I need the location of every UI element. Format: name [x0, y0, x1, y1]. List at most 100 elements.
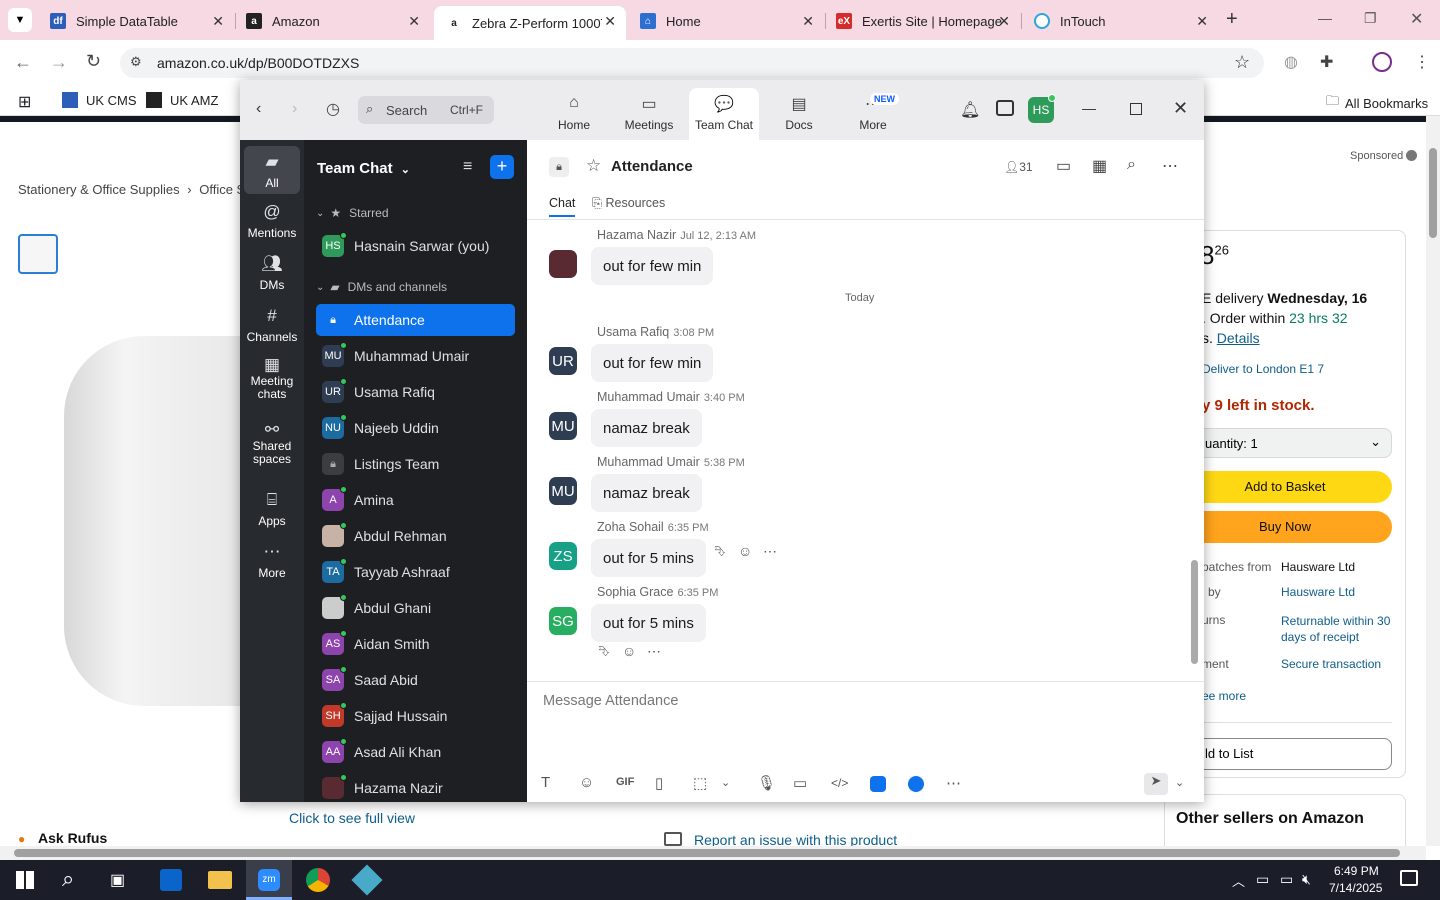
browser-menu-icon[interactable]: ⋮: [1414, 52, 1430, 72]
clock-time[interactable]: 6:49 PM: [1334, 864, 1379, 878]
rail-dms[interactable]: 👥︎ DMs: [244, 254, 300, 292]
minimize-window-icon[interactable]: —: [1318, 10, 1332, 26]
back-icon[interactable]: ‹: [256, 100, 261, 118]
maximize-icon[interactable]: [1130, 103, 1142, 115]
close-window-icon[interactable]: ✕: [1410, 9, 1423, 29]
sidebar-item[interactable]: MU Muhammad Umair: [316, 340, 515, 372]
tab-home[interactable]: ⌂ Home: [539, 88, 609, 140]
sender-name[interactable]: Hazama Nazir: [597, 228, 676, 242]
more-options-icon[interactable]: ⋯: [647, 643, 661, 660]
product-image[interactable]: [64, 336, 264, 706]
restore-window-icon[interactable]: ❐: [1364, 10, 1377, 27]
microphone-icon[interactable]: 🎙︎: [757, 774, 776, 792]
browser-tab[interactable]: df Simple DataTable ✕: [38, 6, 234, 36]
product-thumbnail[interactable]: [18, 234, 58, 274]
avatar[interactable]: [549, 250, 577, 278]
sidebar-item[interactable]: SH Sajjad Hussain: [316, 700, 515, 732]
tab-team-chat[interactable]: 💬 Team Chat: [689, 88, 759, 140]
bell-icon[interactable]: 🔔︎: [960, 100, 980, 120]
tab-meetings[interactable]: ▭ Meetings: [614, 88, 684, 140]
sidebar-item[interactable]: HS Hasnain Sarwar (you): [316, 230, 515, 262]
close-icon[interactable]: ✕: [604, 13, 616, 30]
outlook-icon[interactable]: [160, 869, 182, 891]
file-explorer-icon[interactable]: [208, 871, 232, 889]
browser-tab[interactable]: ⌂ Home ✕: [628, 6, 824, 36]
history-icon[interactable]: ◷: [326, 99, 340, 119]
video-message-icon[interactable]: ▭: [793, 774, 807, 792]
add-to-basket-button[interactable]: Add to Basket: [1178, 471, 1392, 503]
message-composer[interactable]: Message Attendance: [543, 692, 1183, 762]
back-icon[interactable]: ←: [14, 52, 32, 73]
extensions-icon[interactable]: ✚: [1320, 52, 1333, 72]
browser-tab-active[interactable]: a Zebra Z-Perform 1000T ✕: [434, 6, 626, 40]
sidebar-item-attendance[interactable]: 🔒︎ Attendance: [316, 304, 515, 336]
rail-more[interactable]: ⋯ More: [244, 542, 300, 580]
windows-start-icon[interactable]: [16, 871, 34, 889]
screenshot-icon[interactable]: ⬚: [693, 774, 707, 792]
more-options-icon[interactable]: ⋯: [1162, 156, 1178, 176]
avatar[interactable]: MU: [549, 412, 577, 440]
sidebar-item[interactable]: NU Najeeb Uddin: [316, 412, 515, 444]
browser-tab[interactable]: InTouch ✕: [1022, 6, 1218, 36]
report-issue-link[interactable]: Report an issue with this product: [694, 832, 897, 846]
reply-icon[interactable]: ⮷: [598, 643, 609, 660]
deliver-to-link[interactable]: Deliver to London E1 7: [1202, 362, 1324, 376]
whiteboard-icon[interactable]: [996, 100, 1014, 116]
search-input[interactable]: ⌕ Search Ctrl+F: [358, 96, 494, 124]
full-view-link[interactable]: Click to see full view: [289, 810, 415, 826]
emoji-icon[interactable]: ☺: [579, 774, 594, 791]
sidebar-item[interactable]: AS Aidan Smith: [316, 628, 515, 660]
browser-tab[interactable]: a Amazon ✕: [234, 6, 430, 36]
chat-scrollbar[interactable]: [1191, 220, 1199, 680]
forward-icon[interactable]: →: [50, 52, 68, 73]
tab-search-button[interactable]: ▼: [8, 8, 32, 32]
section-dms-channels[interactable]: ⌄ ▰ DMs and channels: [316, 271, 515, 303]
zoom-taskbar-icon[interactable]: zm: [246, 860, 292, 900]
avatar[interactable]: MU: [549, 477, 577, 505]
sidebar-item[interactable]: A Amina: [316, 484, 515, 516]
task-view-icon[interactable]: ▣: [110, 870, 125, 890]
sidebar-item[interactable]: Abdul Rehman: [316, 520, 515, 552]
close-icon[interactable]: ✕: [1196, 13, 1208, 30]
star-icon[interactable]: ☆: [586, 156, 601, 176]
info-icon[interactable]: [1406, 150, 1417, 161]
file-icon[interactable]: ▯: [655, 774, 663, 792]
message-bubble[interactable]: namaz break: [591, 409, 702, 447]
site-info-icon[interactable]: ⚙: [130, 54, 142, 70]
url-text[interactable]: amazon.co.uk/dp/B00DOTDZXS: [157, 55, 359, 71]
globe-icon[interactable]: ◍: [1284, 52, 1298, 72]
message-bubble[interactable]: out for 5 mins: [591, 539, 706, 577]
code-snippet-icon[interactable]: </>: [831, 776, 848, 790]
display-icon[interactable]: ▭: [1280, 871, 1293, 888]
message-bubble[interactable]: namaz break: [591, 474, 702, 512]
sidebar-item[interactable]: TA Tayyab Ashraaf: [316, 556, 515, 588]
sidebar-item[interactable]: AA Asad Ali Khan: [316, 736, 515, 768]
avatar[interactable]: SG: [549, 607, 577, 635]
add-chat-button[interactable]: +: [490, 155, 514, 179]
new-tab-button[interactable]: +: [1226, 8, 1238, 31]
sidebar-item[interactable]: SA Saad Abid: [316, 664, 515, 696]
page-vertical-scrollbar[interactable]: [1426, 116, 1440, 846]
clock-date[interactable]: 7/14/2025: [1329, 881, 1382, 895]
app-icon[interactable]: [908, 776, 924, 792]
chrome-icon[interactable]: [306, 868, 330, 892]
search-icon[interactable]: ⌕: [62, 866, 74, 892]
notifications-icon[interactable]: [1400, 870, 1418, 886]
minimize-icon[interactable]: —: [1082, 100, 1096, 116]
sender-name[interactable]: Sophia Grace: [597, 585, 673, 599]
send-icon[interactable]: ➤: [1144, 773, 1168, 795]
app-icon[interactable]: [351, 864, 383, 896]
sidebar-item[interactable]: Abdul Ghani: [316, 592, 515, 624]
message-bubble[interactable]: out for few min: [591, 344, 714, 382]
volume-muted-icon[interactable]: 🔇︎: [1302, 871, 1311, 888]
reload-icon[interactable]: ↻: [86, 51, 101, 72]
close-icon[interactable]: ✕: [408, 13, 420, 30]
section-starred[interactable]: ⌄ ★ Starred: [316, 197, 515, 229]
channel-title[interactable]: Attendance: [611, 158, 693, 175]
members-count[interactable]: 👤︎31: [1004, 160, 1033, 174]
scrollbar-thumb[interactable]: [14, 849, 1400, 857]
close-icon[interactable]: ✕: [212, 13, 224, 30]
sender-name[interactable]: Zoha Sohail: [597, 520, 664, 534]
filter-icon[interactable]: ≡: [463, 158, 472, 176]
ask-rufus-button[interactable]: Ask Rufus: [38, 830, 107, 846]
